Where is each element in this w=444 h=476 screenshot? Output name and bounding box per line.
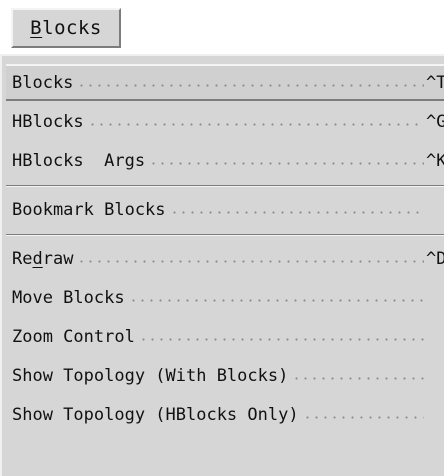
menu-item-redraw[interactable]: Redraw ^D (6, 240, 444, 277)
dotted-leader (302, 416, 424, 419)
menu-item-zoom-control[interactable]: Zoom Control (6, 318, 444, 355)
menu-item-label-post: raw (42, 248, 74, 269)
dotted-leader (87, 123, 424, 126)
dotted-leader (128, 299, 424, 302)
menu-item-blocks[interactable]: Blocks ^T (6, 64, 444, 101)
menu-item-hblocks[interactable]: HBlocks ^G (6, 103, 444, 140)
menu-item-shortcut: ^D (426, 248, 444, 269)
dotted-leader (169, 211, 424, 214)
dotted-leader (149, 162, 424, 165)
menu-item-label: HBlocks Args (12, 150, 146, 171)
dotted-leader (77, 260, 424, 263)
menu-item-label: Redraw (12, 249, 77, 269)
menu-separator (6, 185, 444, 187)
blocks-menu-mnemonic: B (30, 17, 43, 39)
menu-item-move-blocks[interactable]: Move Blocks (6, 279, 444, 316)
menu-item-bookmark-blocks[interactable]: Bookmark Blocks (6, 191, 444, 228)
menu-item-show-topology-with-blocks[interactable]: Show Topology (With Blocks) (6, 357, 444, 394)
menu-item-show-topology-hblocks-only[interactable]: Show Topology (HBlocks Only) (6, 396, 444, 433)
dotted-leader (292, 377, 424, 380)
menu-item-label: Zoom Control (12, 326, 135, 347)
blocks-menu-label: locks (42, 17, 102, 39)
dotted-leader (138, 338, 424, 341)
menu-item-shortcut: ^G (426, 111, 444, 132)
menu-item-label-pre: Re (12, 248, 33, 269)
menu-separator (6, 234, 444, 236)
menu-item-shortcut: ^T (426, 72, 444, 93)
menu-item-label: Bookmark Blocks (12, 199, 166, 220)
menu-item-label: Show Topology (HBlocks Only) (12, 404, 299, 425)
menu-item-label: HBlocks (12, 111, 84, 132)
menu-item-label: Show Topology (With Blocks) (12, 365, 289, 386)
blocks-menu-button[interactable]: Blocks (11, 8, 121, 48)
dotted-leader (77, 84, 424, 87)
menu-item-label: Blocks (12, 72, 74, 93)
menu-item-label: Move Blocks (12, 287, 125, 308)
menu-item-hblocks-args[interactable]: HBlocks Args ^K (6, 142, 444, 179)
blocks-dropdown-menu: Blocks ^T HBlocks ^G HBlocks Args ^K Boo… (0, 54, 444, 476)
menu-item-shortcut: ^K (426, 150, 444, 171)
menu-item-mnemonic: d (32, 248, 43, 269)
